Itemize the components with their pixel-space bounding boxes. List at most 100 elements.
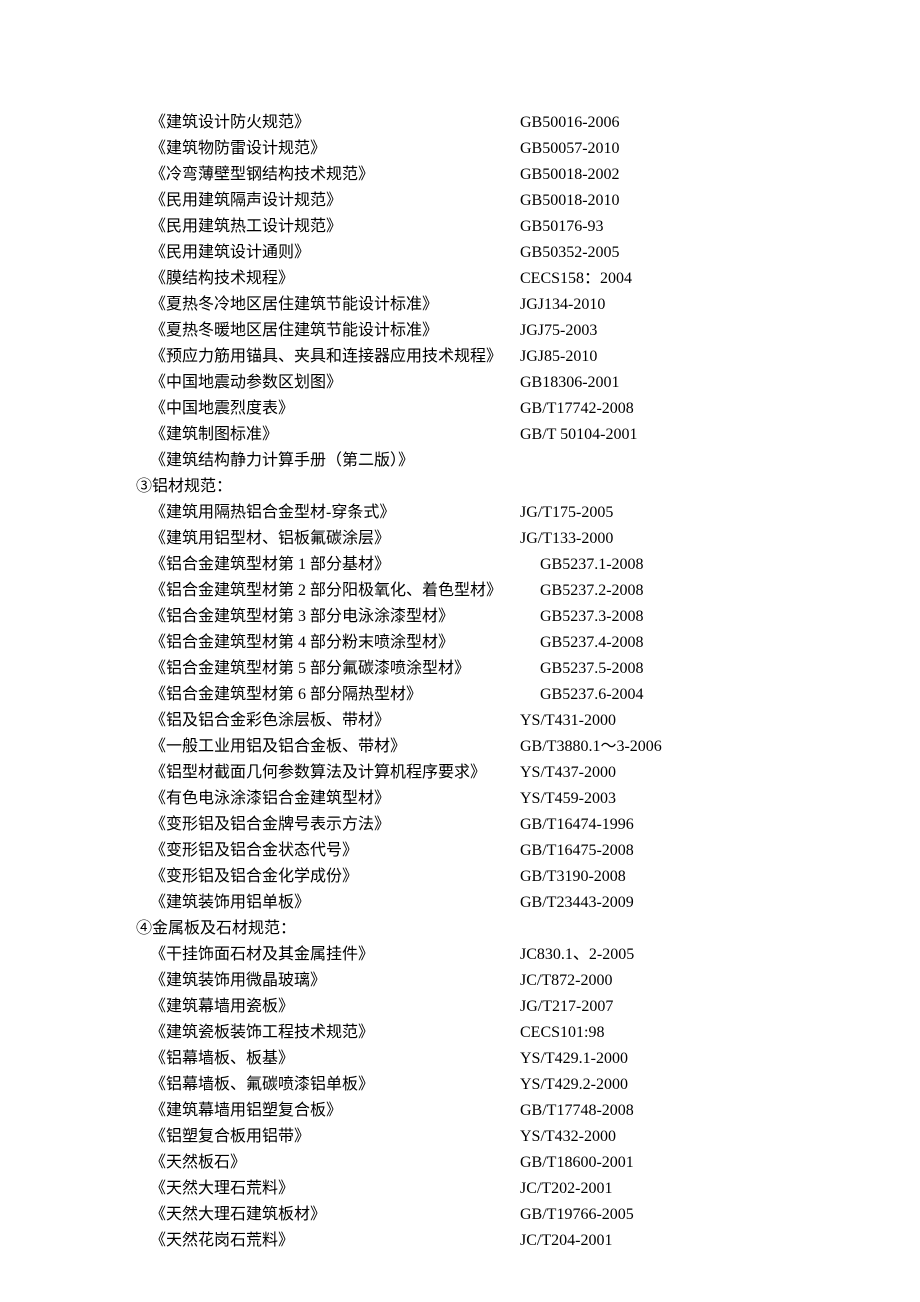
- standard-row: 《夏热冬暖地区居住建筑节能设计标准》JGJ75-2003: [150, 318, 920, 344]
- standard-name: 《铝合金建筑型材第 3 部分电泳涂漆型材》: [150, 604, 520, 630]
- standard-code: GB18306-2001: [520, 370, 920, 396]
- standard-row: 《铝及铝合金彩色涂层板、带材》YS/T431-2000: [150, 708, 920, 734]
- standard-name: 《铝合金建筑型材第 6 部分隔热型材》: [150, 682, 520, 708]
- standard-code: GB5237.2-2008: [540, 578, 920, 604]
- standard-code: GB50176-93: [520, 214, 920, 240]
- standard-name: 《预应力筋用锚具、夹具和连接器应用技术规程》: [150, 344, 520, 370]
- standard-row: 《铝合金建筑型材第 4 部分粉末喷涂型材》 GB5237.4-2008: [150, 630, 920, 656]
- standard-row: 《膜结构技术规程》CECS158：2004: [150, 266, 920, 292]
- standard-code: YS/T429.1-2000: [520, 1046, 920, 1072]
- standard-row: 《铝合金建筑型材第 6 部分隔热型材》 GB5237.6-2004: [150, 682, 920, 708]
- standard-code: GB/T17742-2008: [520, 396, 920, 422]
- standard-code: JC/T202-2001: [520, 1176, 920, 1202]
- standard-row: 《建筑制图标准》GB/T 50104-2001: [150, 422, 920, 448]
- standard-row: 《建筑瓷板装饰工程技术规范》CECS101:98: [150, 1020, 920, 1046]
- standard-row: 《铝合金建筑型材第 1 部分基材》GB5237.1-2008: [150, 552, 920, 578]
- standard-row: 《建筑装饰用微晶玻璃》JC/T872-2000: [150, 968, 920, 994]
- standard-name: 《民用建筑隔声设计规范》: [150, 188, 520, 214]
- standard-row: 《变形铝及铝合金牌号表示方法》GB/T16474-1996: [150, 812, 920, 838]
- standard-code: YS/T437-2000: [520, 760, 920, 786]
- standard-code: GB/T17748-2008: [520, 1098, 920, 1124]
- standard-code: GB/T 50104-2001: [520, 422, 920, 448]
- standard-row: 《民用建筑隔声设计规范》GB50018-2010: [150, 188, 920, 214]
- standard-row: 《民用建筑设计通则》GB50352-2005: [150, 240, 920, 266]
- standard-code: GB5237.4-2008: [540, 630, 920, 656]
- standard-name: 《干挂饰面石材及其金属挂件》: [150, 942, 520, 968]
- standard-row: 《冷弯薄壁型钢结构技术规范》GB50018-2002: [150, 162, 920, 188]
- standard-code: CECS158：2004: [520, 266, 920, 292]
- standard-code: JG/T133-2000: [520, 526, 920, 552]
- standard-code: GB/T16475-2008: [520, 838, 920, 864]
- standard-name: 《变形铝及铝合金化学成份》: [150, 864, 520, 890]
- standard-row: 《天然大理石荒料》JC/T202-2001: [150, 1176, 920, 1202]
- standard-code: GB50057-2010: [520, 136, 920, 162]
- standard-code: GB/T23443-2009: [520, 890, 920, 916]
- document-page: 《建筑设计防火规范》GB50016-2006《建筑物防雷设计规范》GB50057…: [0, 0, 920, 1294]
- standard-row: 《建筑装饰用铝单板》GB/T23443-2009: [150, 890, 920, 916]
- standard-row: 《建筑物防雷设计规范》GB50057-2010: [150, 136, 920, 162]
- standard-name: 《建筑设计防火规范》: [150, 110, 520, 136]
- standard-row: 《铝型材截面几何参数算法及计算机程序要求》YS/T437-2000: [150, 760, 920, 786]
- standard-code: JG/T217-2007: [520, 994, 920, 1020]
- standard-row: 《铝幕墙板、板基》YS/T429.1-2000: [150, 1046, 920, 1072]
- standard-name: 《民用建筑热工设计规范》: [150, 214, 520, 240]
- standard-name: 《铝幕墙板、板基》: [150, 1046, 520, 1072]
- standard-code: CECS101:98: [520, 1020, 920, 1046]
- standard-code: GB5237.6-2004: [540, 682, 920, 708]
- standard-name: 《铝合金建筑型材第 5 部分氟碳漆喷涂型材》: [150, 656, 520, 682]
- standard-name: 《建筑结构静力计算手册（第二版）》: [150, 448, 520, 474]
- standard-name: 《建筑制图标准》: [150, 422, 520, 448]
- standard-code: JC/T204-2001: [520, 1228, 920, 1254]
- standard-row: 《天然大理石建筑板材》GB/T19766-2005: [150, 1202, 920, 1228]
- standard-name: 《建筑幕墙用铝塑复合板》: [150, 1098, 520, 1124]
- standard-name: 《建筑幕墙用瓷板》: [150, 994, 520, 1020]
- standard-row: 《建筑结构静力计算手册（第二版）》: [150, 448, 920, 474]
- standard-code: GB/T16474-1996: [520, 812, 920, 838]
- standard-row: 《铝合金建筑型材第 5 部分氟碳漆喷涂型材》GB5237.5-2008: [150, 656, 920, 682]
- standard-name: 《铝合金建筑型材第 4 部分粉末喷涂型材》: [150, 630, 520, 656]
- standard-code: YS/T429.2-2000: [520, 1072, 920, 1098]
- standard-code: GB50018-2010: [520, 188, 920, 214]
- standard-row: 《铝合金建筑型材第 3 部分电泳涂漆型材》GB5237.3-2008: [150, 604, 920, 630]
- standard-row: 《铝塑复合板用铝带》YS/T432-2000: [150, 1124, 920, 1150]
- standard-code: JC/T872-2000: [520, 968, 920, 994]
- section-heading: ④金属板及石材规范：: [136, 916, 920, 942]
- standard-name: 《膜结构技术规程》: [150, 266, 520, 292]
- standard-name: 《建筑装饰用铝单板》: [150, 890, 520, 916]
- standard-code: YS/T431-2000: [520, 708, 920, 734]
- standard-code: JGJ134-2010: [520, 292, 920, 318]
- standard-code: JGJ85-2010: [520, 344, 920, 370]
- standard-row: 《中国地震烈度表》GB/T17742-2008: [150, 396, 920, 422]
- standard-name: 《天然花岗石荒料》: [150, 1228, 520, 1254]
- standard-name: 《建筑用铝型材、铝板氟碳涂层》: [150, 526, 520, 552]
- standard-name: 《变形铝及铝合金牌号表示方法》: [150, 812, 520, 838]
- standard-name: 《建筑用隔热铝合金型材-穿条式》: [150, 500, 520, 526]
- standard-row: 《建筑幕墙用铝塑复合板》GB/T17748-2008: [150, 1098, 920, 1124]
- standard-code: YS/T459-2003: [520, 786, 920, 812]
- standard-code: YS/T432-2000: [520, 1124, 920, 1150]
- standard-name: 《铝合金建筑型材第 1 部分基材》: [150, 552, 520, 578]
- standard-code: [520, 448, 920, 474]
- standard-row: 《有色电泳涂漆铝合金建筑型材》YS/T459-2003: [150, 786, 920, 812]
- standard-row: 《预应力筋用锚具、夹具和连接器应用技术规程》JGJ85-2010: [150, 344, 920, 370]
- standard-name: 《建筑装饰用微晶玻璃》: [150, 968, 520, 994]
- standard-row: 《建筑幕墙用瓷板》JG/T217-2007: [150, 994, 920, 1020]
- standard-row: 《建筑设计防火规范》GB50016-2006: [150, 110, 920, 136]
- standard-name: 《铝合金建筑型材第 2 部分阳极氧化、着色型材》: [150, 578, 520, 604]
- standard-name: 《天然大理石荒料》: [150, 1176, 520, 1202]
- standard-row: 《铝合金建筑型材第 2 部分阳极氧化、着色型材》 GB5237.2-2008: [150, 578, 920, 604]
- standard-row: 《民用建筑热工设计规范》GB50176-93: [150, 214, 920, 240]
- standard-code: GB50352-2005: [520, 240, 920, 266]
- standard-name: 《有色电泳涂漆铝合金建筑型材》: [150, 786, 520, 812]
- standard-code: JC830.1、2-2005: [520, 942, 920, 968]
- standard-row: 《变形铝及铝合金状态代号》GB/T16475-2008: [150, 838, 920, 864]
- standard-name: 《民用建筑设计通则》: [150, 240, 520, 266]
- standard-name: 《铝塑复合板用铝带》: [150, 1124, 520, 1150]
- standard-name: 《夏热冬暖地区居住建筑节能设计标准》: [150, 318, 520, 344]
- standard-name: 《变形铝及铝合金状态代号》: [150, 838, 520, 864]
- standard-name: 《天然大理石建筑板材》: [150, 1202, 520, 1228]
- standard-code: JG/T175-2005: [520, 500, 920, 526]
- standard-row: 《变形铝及铝合金化学成份》GB/T3190-2008: [150, 864, 920, 890]
- standard-name: 《建筑瓷板装饰工程技术规范》: [150, 1020, 520, 1046]
- section-heading: ③铝材规范：: [136, 474, 920, 500]
